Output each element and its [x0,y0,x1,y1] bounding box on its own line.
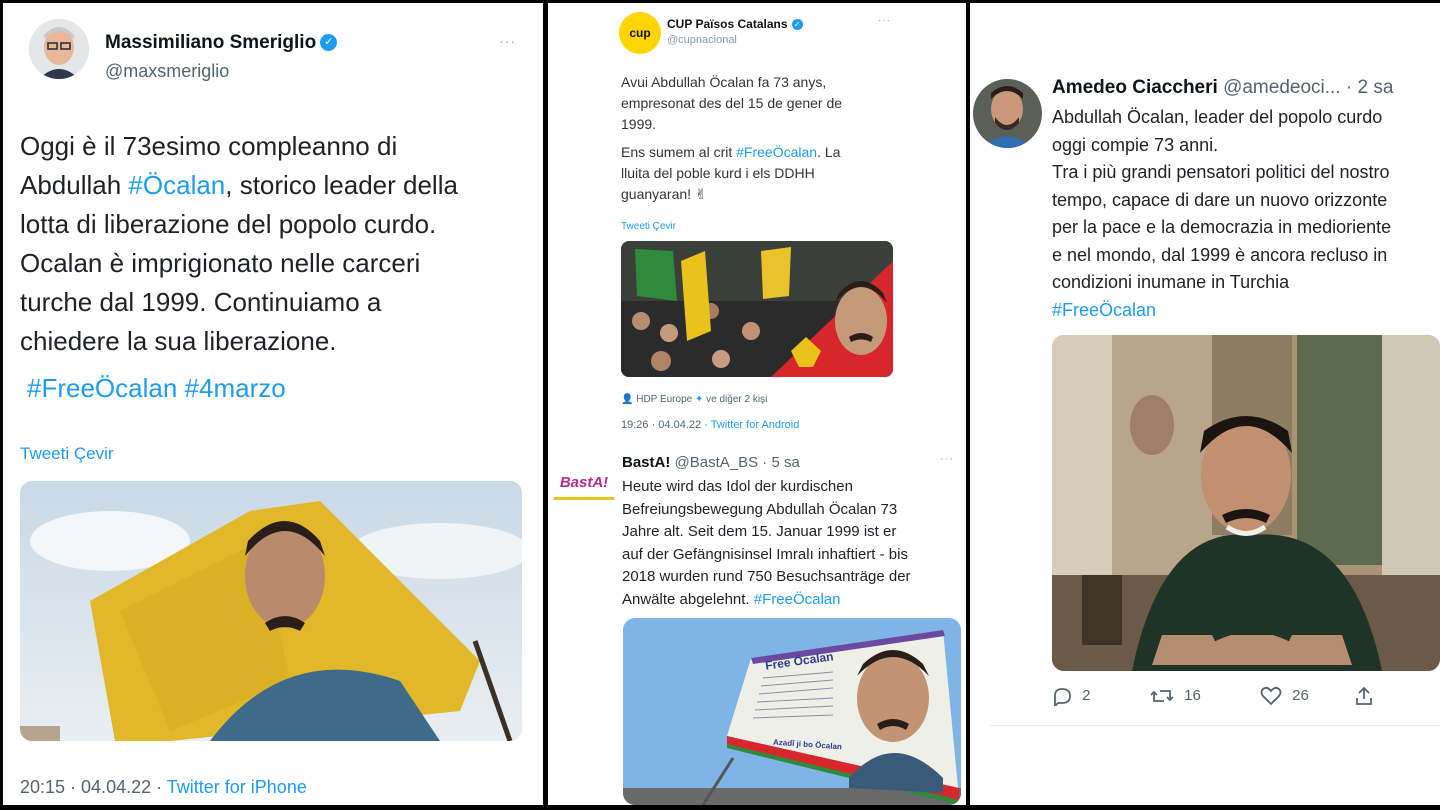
author-name[interactable]: CUP Països Catalans ✓ [667,17,803,31]
hashtag-ocalan[interactable]: #Öcalan [128,170,225,200]
translate-link[interactable]: Tweeti Çevir [20,444,114,464]
author-handle[interactable]: @amedeoci... · 2 sa [1223,77,1393,98]
timestamp[interactable]: 20:15 · 04.04.22 · [20,777,167,797]
retweet-count: 16 [1184,686,1201,704]
avatar-portrait [29,19,89,79]
tweet-text: Heute wird das Idol der kurdischen Befre… [622,478,911,608]
hashtag-freeocalan[interactable]: #FreeÖcalan [754,591,841,608]
portrait-photo [1052,335,1440,671]
source-link[interactable]: Twitter for Android [711,419,800,431]
rally-photo [621,241,893,377]
author-name[interactable]: Massimiliano Smeriglio ✓ [105,32,338,54]
tweet-smeriglio[interactable]: Massimiliano Smeriglio ✓ @maxsmeriglio ··… [3,3,543,805]
hashtag-freeocalan[interactable]: #FreeÖcalan [736,144,817,160]
avatar-portrait [973,79,1042,148]
source-link[interactable]: Twitter for iPhone [167,777,307,797]
tweet-text: Abdullah Öcalan, leader del popolo curdo… [1052,104,1391,324]
heart-icon [1260,686,1282,706]
reply-icon [1054,688,1071,709]
more-options-icon[interactable]: ··· [940,453,954,465]
avatar[interactable] [29,19,89,79]
avatar[interactable] [973,79,1042,148]
tweet-image[interactable] [20,481,522,741]
author-name[interactable]: Amedeo Ciaccheri [1052,77,1218,98]
hashtag-freeocalan[interactable]: #FreeÖcalan [1052,297,1391,325]
author-handle[interactable]: @BastA_BS · 5 sa [675,454,800,471]
author-handle[interactable]: @maxsmeriglio [105,61,229,82]
author-row[interactable]: BastA! @BastA_BS · 5 sa [622,454,800,471]
author-name[interactable]: BastA! [622,454,670,471]
author-handle[interactable]: @cupnacional [667,34,737,46]
divider [990,725,1440,726]
tweet-image[interactable] [1052,335,1440,671]
reply-button[interactable]: 2 [1052,686,1091,709]
cup-logo[interactable]: cup [619,12,661,54]
basta-logo[interactable]: BastA! [554,469,614,500]
banner-photo [623,618,961,805]
flag-photo [20,481,522,741]
timestamp[interactable]: 19:26 · 04.04.22 · [621,419,711,431]
person-icon: 👤 [621,394,634,405]
twitter-bird-icon: ✦ [694,394,704,405]
tweet-ciaccheri[interactable]: Amedeo Ciaccheri @amedeoci... · 2 sa Abd… [970,3,1440,805]
tweet-meta: 19:26 · 04.04.22 · Twitter for Android [621,419,799,431]
verified-icon: ✓ [320,34,338,52]
tweet-text: Avui Abdullah Öcalan fa 73 anys, empreso… [621,74,843,202]
tweet-meta: 20:15 · 04.04.22 · Twitter for iPhone [20,777,307,798]
tweet-column-middle: cup CUP Països Catalans ✓ @cupnacional ··… [548,3,966,805]
hashtag-4marzo[interactable]: #4marzo [185,373,286,403]
tagged-users[interactable]: 👤 HDP Europe ✦ ve diğer 2 kişi [621,394,767,405]
retweet-icon [1150,690,1174,702]
more-options-icon[interactable]: ··· [499,33,516,49]
share-button[interactable] [1354,686,1374,706]
like-button[interactable]: 26 [1260,686,1309,706]
retweet-button[interactable]: 16 [1150,686,1201,706]
reply-count: 2 [1082,686,1091,704]
hashtag-freeocalan[interactable]: #FreeÖcalan [27,373,177,403]
tweet-text: Oggi è il 73esimo compleanno di Abdullah… [20,131,458,356]
translate-link[interactable]: Tweeti Çevir [621,221,676,232]
tweet-image[interactable] [621,241,893,377]
verified-icon: ✓ [791,19,803,31]
share-icon [1356,686,1372,705]
more-options-icon[interactable]: ··· [878,15,891,26]
author-row[interactable]: Amedeo Ciaccheri @amedeoci... · 2 sa [1052,77,1393,99]
like-count: 26 [1292,686,1309,704]
tweet-image[interactable]: Free Öcalan Azadî ji bo Öcalan [623,618,961,805]
hashtags: #FreeÖcalan #4marzo [27,373,286,404]
